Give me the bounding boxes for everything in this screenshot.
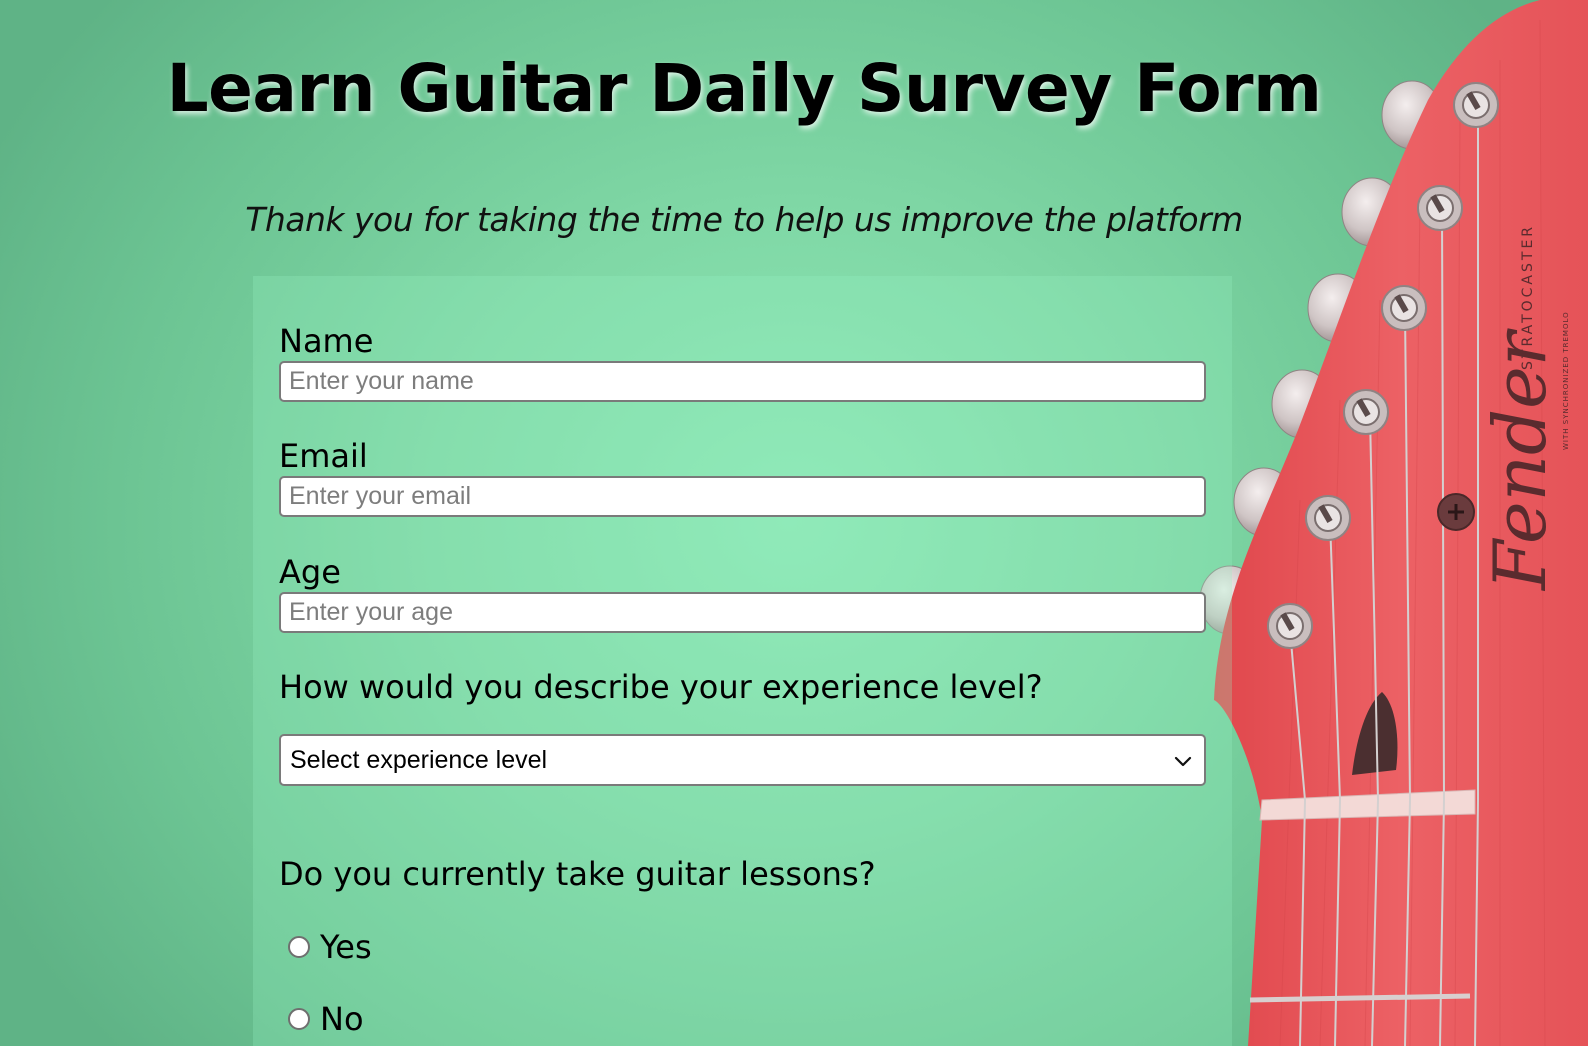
age-label: Age xyxy=(279,553,341,591)
name-label: Name xyxy=(279,322,374,360)
experience-label: How would you describe your experience l… xyxy=(279,668,1043,706)
name-input[interactable] xyxy=(279,361,1206,402)
age-input[interactable] xyxy=(279,592,1206,633)
radio-label-yes: Yes xyxy=(320,928,372,966)
email-label: Email xyxy=(279,437,368,475)
radio-button-yes[interactable] xyxy=(288,936,310,958)
page-description: Thank you for taking the time to help us… xyxy=(245,200,1243,239)
survey-form: Name Email Age How would you describe yo… xyxy=(253,276,1232,1046)
page-title: Learn Guitar Daily Survey Form xyxy=(166,50,1322,127)
headstock-model-text: STRATOCASTER xyxy=(1520,224,1536,370)
experience-select[interactable]: Select experience level xyxy=(279,734,1206,786)
radio-button-no[interactable] xyxy=(288,1008,310,1030)
headstock-tagline-text: WITH SYNCHRONIZED TREMOLO xyxy=(1562,311,1570,450)
lessons-question: Do you currently take guitar lessons? xyxy=(279,855,876,893)
chevron-down-icon xyxy=(1174,756,1192,767)
experience-select-value: Select experience level xyxy=(290,746,548,774)
radio-label-no: No xyxy=(320,1000,364,1038)
email-input[interactable] xyxy=(279,476,1206,517)
guitar-headstock-image: Fender STRATOCASTER WITH SYNCHRONIZED TR… xyxy=(1199,0,1588,1046)
